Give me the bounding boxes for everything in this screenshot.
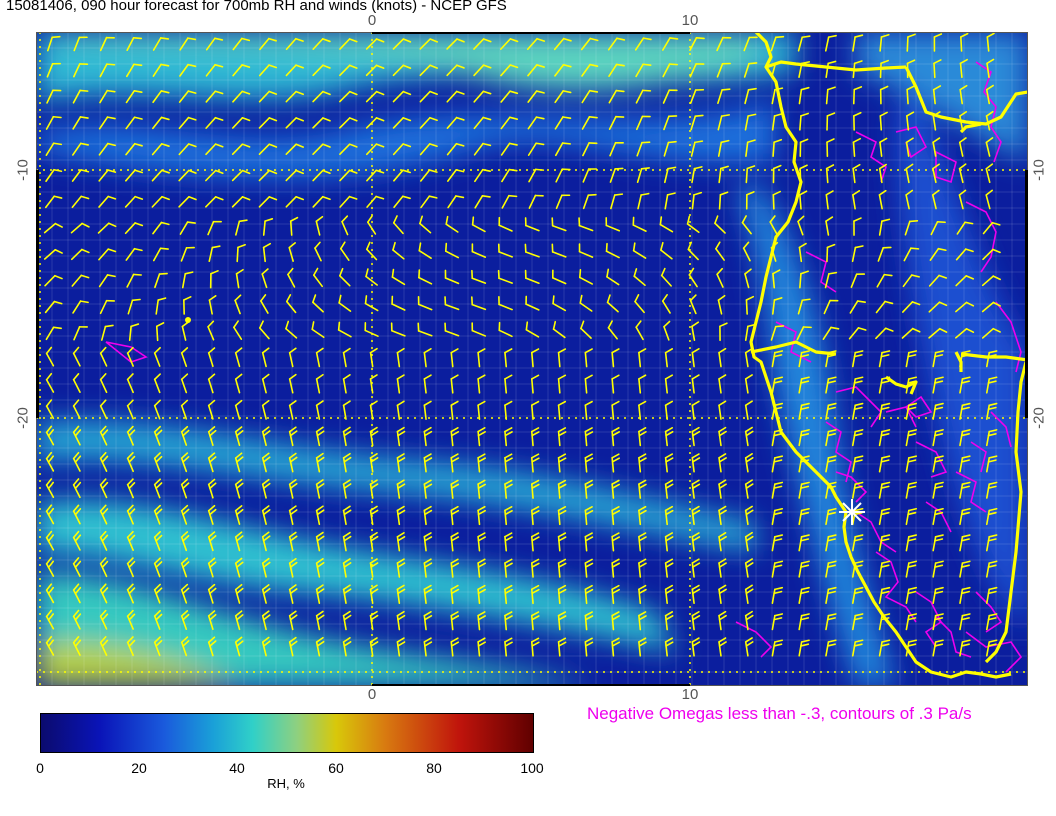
colorbar-label-100: 100 <box>520 760 544 776</box>
colorbar-label-60: 60 <box>328 760 344 776</box>
map-title: 15081406, 090 hour forecast for 700mb RH… <box>6 0 507 14</box>
right-axis-bar <box>1025 170 1028 418</box>
colorbar-label-40: 40 <box>229 760 245 776</box>
top-tick-0: 0 <box>367 12 377 29</box>
map-canvas <box>36 32 1028 686</box>
bottom-tick-0: 0 <box>367 686 377 703</box>
colorbar-label-0: 0 <box>36 760 44 776</box>
bottom-tick-10: 10 <box>681 686 699 703</box>
rh-colorbar <box>40 713 534 753</box>
barb-calm-dot <box>185 317 191 323</box>
colorbar-title: RH, % <box>267 776 305 791</box>
map-panel <box>36 32 1028 686</box>
colorbar-label-80: 80 <box>426 760 442 776</box>
omega-legend-note: Negative Omegas less than -.3, contours … <box>587 704 972 723</box>
left-axis-bar <box>36 170 39 418</box>
top-tick-10: 10 <box>681 12 699 29</box>
right-tick-minus20: -20 <box>1030 407 1048 429</box>
right-tick-minus10: -10 <box>1030 159 1048 181</box>
top-axis-bar <box>372 32 690 34</box>
colorbar-label-20: 20 <box>131 760 147 776</box>
bottom-axis-bar <box>372 684 690 686</box>
left-tick-minus10: -10 <box>14 159 32 181</box>
left-tick-minus20: -20 <box>14 407 32 429</box>
